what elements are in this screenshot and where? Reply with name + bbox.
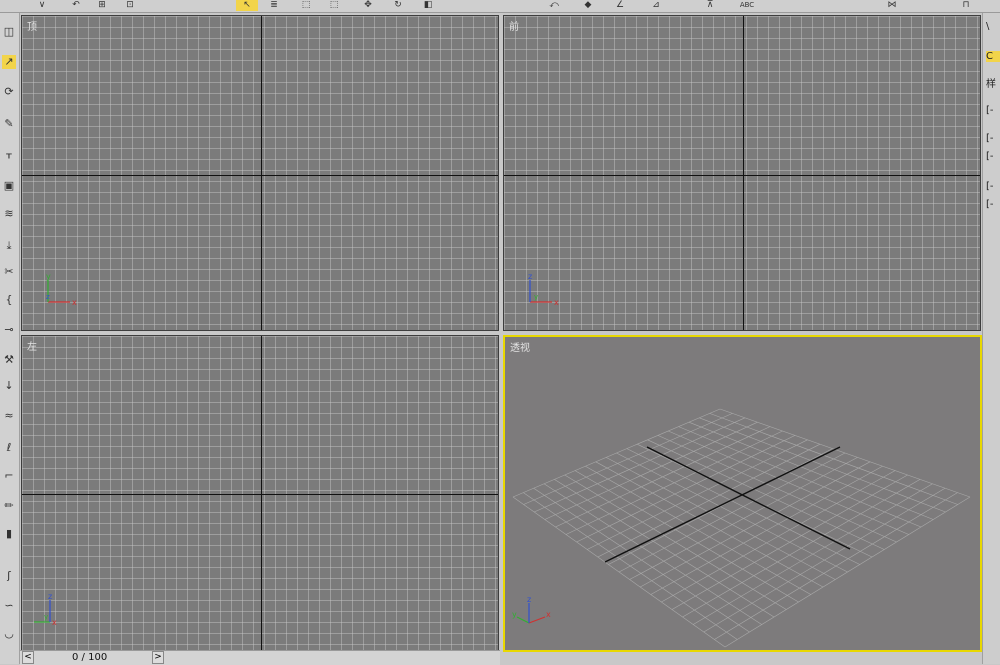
axis-x-label: x bbox=[52, 618, 57, 627]
viewport-label[interactable]: 左 bbox=[27, 338, 37, 353]
viewport-left[interactable]: 左 z x y bbox=[21, 335, 499, 651]
axis-x-label: x bbox=[546, 610, 551, 619]
arrow-down-icon[interactable]: ↓ bbox=[2, 379, 16, 393]
move-icon[interactable]: ✥ bbox=[362, 0, 374, 11]
viewport-top[interactable]: 顶 x y z bbox=[21, 15, 499, 331]
create-geometry-icon[interactable]: ◫ bbox=[2, 25, 16, 39]
spinner-snap-icon[interactable]: ⊼ bbox=[700, 0, 720, 11]
eraser-icon[interactable]: ▮ bbox=[2, 527, 16, 541]
snap-icon[interactable]: ◆ bbox=[582, 0, 594, 11]
hammer-icon[interactable]: ⚒ bbox=[2, 353, 16, 367]
axis-z-label: z bbox=[527, 595, 531, 604]
window-crossing-icon[interactable]: ⬚ bbox=[324, 0, 344, 11]
timeline-next-button[interactable]: > bbox=[152, 651, 164, 664]
mirror-icon[interactable]: ⋈ bbox=[878, 0, 906, 11]
viewport-grid bbox=[504, 16, 980, 330]
rollout-header-4[interactable]: [- bbox=[986, 181, 1000, 192]
cup-icon[interactable]: ◡ bbox=[2, 627, 16, 641]
paint-bucket-icon[interactable]: ⤓ bbox=[2, 239, 16, 253]
select-by-name-icon[interactable]: ≣ bbox=[264, 0, 284, 11]
timeline-prev-button[interactable]: < bbox=[22, 651, 34, 664]
rollout-header-3[interactable]: [- bbox=[986, 151, 1000, 162]
axis-z-label: z bbox=[48, 592, 52, 601]
rollout-header-5[interactable]: [- bbox=[986, 199, 1000, 210]
link-icon[interactable]: ⊞ bbox=[96, 0, 108, 11]
viewport-perspective[interactable]: 透视 x y z bbox=[503, 335, 982, 652]
box-icon[interactable]: ▣ bbox=[2, 179, 16, 193]
axis-y-label: y bbox=[512, 610, 517, 619]
rotate-view-icon[interactable]: ⟳ bbox=[2, 85, 16, 99]
viewport-front[interactable]: 前 x z y bbox=[503, 15, 981, 331]
scale-icon[interactable]: ◧ bbox=[422, 0, 434, 11]
layer-icon[interactable]: ⊓ bbox=[958, 0, 974, 11]
paint-icon[interactable]: ᚁ bbox=[2, 147, 16, 161]
ear-icon[interactable]: ℓ bbox=[2, 441, 16, 455]
command-panel-tab-2[interactable]: C bbox=[986, 51, 1000, 62]
wave-icon[interactable]: ≈ bbox=[2, 409, 16, 423]
grid-axis-horizontal bbox=[504, 175, 980, 176]
grid-axis-horizontal bbox=[22, 175, 498, 176]
viewport-label[interactable]: 前 bbox=[509, 18, 519, 33]
region-select-icon[interactable]: ⬚ bbox=[294, 0, 318, 11]
loop-icon[interactable]: ∽ bbox=[2, 599, 16, 613]
axis-y-label: y bbox=[46, 272, 51, 281]
cut-icon[interactable]: ✂ bbox=[2, 265, 16, 279]
curve-icon[interactable]: ʃ bbox=[2, 569, 16, 583]
pivot-icon[interactable]: ⤺ bbox=[548, 0, 560, 11]
pan-icon[interactable]: ✎ bbox=[2, 117, 16, 131]
frame-counter: 0 / 100 bbox=[72, 652, 108, 663]
select-icon[interactable]: ∨ bbox=[36, 0, 48, 11]
angle-snap-icon[interactable]: ∠ bbox=[614, 0, 626, 11]
node-icon[interactable]: ⊸ bbox=[2, 323, 16, 337]
select-object-icon[interactable]: ↖ bbox=[236, 0, 258, 11]
viewport-grid bbox=[22, 16, 498, 330]
main-toolbar: ∨ ↶ ⊞ ⊡ ↖ ≣ ⬚ ⬚ ✥ ↻ ◧ ⤺ ◆ ∠ ⊿ ⊼ ABC ⋈ ⊓ bbox=[0, 0, 1000, 13]
brace-icon[interactable]: { bbox=[2, 293, 16, 307]
viewport-grid bbox=[22, 336, 498, 650]
select-tool-icon[interactable]: ↗ bbox=[2, 55, 16, 69]
command-panel: \ C 样 [- [- [- [- [- bbox=[982, 13, 1000, 664]
viewport-label[interactable]: 顶 bbox=[27, 18, 37, 33]
axis-gizmo-icon: z x y bbox=[34, 592, 57, 627]
axis-gizmo-icon: x y z bbox=[46, 272, 77, 307]
pencil-icon[interactable]: ✏ bbox=[2, 499, 16, 513]
hook-icon[interactable]: ⌐ bbox=[2, 469, 16, 483]
axis-x-label: x bbox=[72, 298, 77, 307]
grid-axis-horizontal bbox=[22, 494, 498, 495]
percent-snap-icon[interactable]: ⊿ bbox=[646, 0, 666, 11]
perspective-grid-line bbox=[724, 496, 971, 648]
axis-z-label: z bbox=[528, 272, 532, 281]
perspective-grid-line bbox=[719, 408, 971, 498]
rollout-header-2[interactable]: [- bbox=[986, 133, 1000, 144]
axis-z-label: z bbox=[46, 293, 50, 301]
rollout-header-1[interactable]: [- bbox=[986, 105, 1000, 116]
spring-icon[interactable]: ≋ bbox=[2, 207, 16, 221]
time-slider[interactable]: < 0 / 100 > bbox=[20, 650, 500, 665]
rotate-icon[interactable]: ↻ bbox=[392, 0, 404, 11]
command-panel-tab-1[interactable]: \ bbox=[986, 21, 1000, 32]
left-toolbar: ◫ ↗ ⟳ ✎ ᚁ ▣ ≋ ⤓ ✂ { ⊸ ⚒ ↓ ≈ ℓ ⌐ ✏ ▮ ʃ ∽ … bbox=[0, 13, 20, 664]
axis-y-label: y bbox=[44, 613, 48, 621]
named-selection-text[interactable]: ABC bbox=[736, 0, 758, 11]
bind-icon[interactable]: ⊡ bbox=[124, 0, 136, 11]
axis-gizmo-icon: x y z bbox=[512, 595, 551, 624]
axis-x-label: x bbox=[554, 298, 559, 307]
axis-y-label: y bbox=[534, 293, 538, 301]
undo-icon[interactable]: ↶ bbox=[70, 0, 82, 11]
axis-gizmo-icon: x z y bbox=[528, 272, 559, 307]
perspective-grid bbox=[512, 408, 971, 648]
grid-axis-vertical bbox=[261, 16, 262, 330]
grid-axis-vertical bbox=[261, 336, 262, 650]
command-panel-tab-3[interactable]: 样 bbox=[986, 75, 1000, 90]
grid-axis-vertical bbox=[743, 16, 744, 330]
